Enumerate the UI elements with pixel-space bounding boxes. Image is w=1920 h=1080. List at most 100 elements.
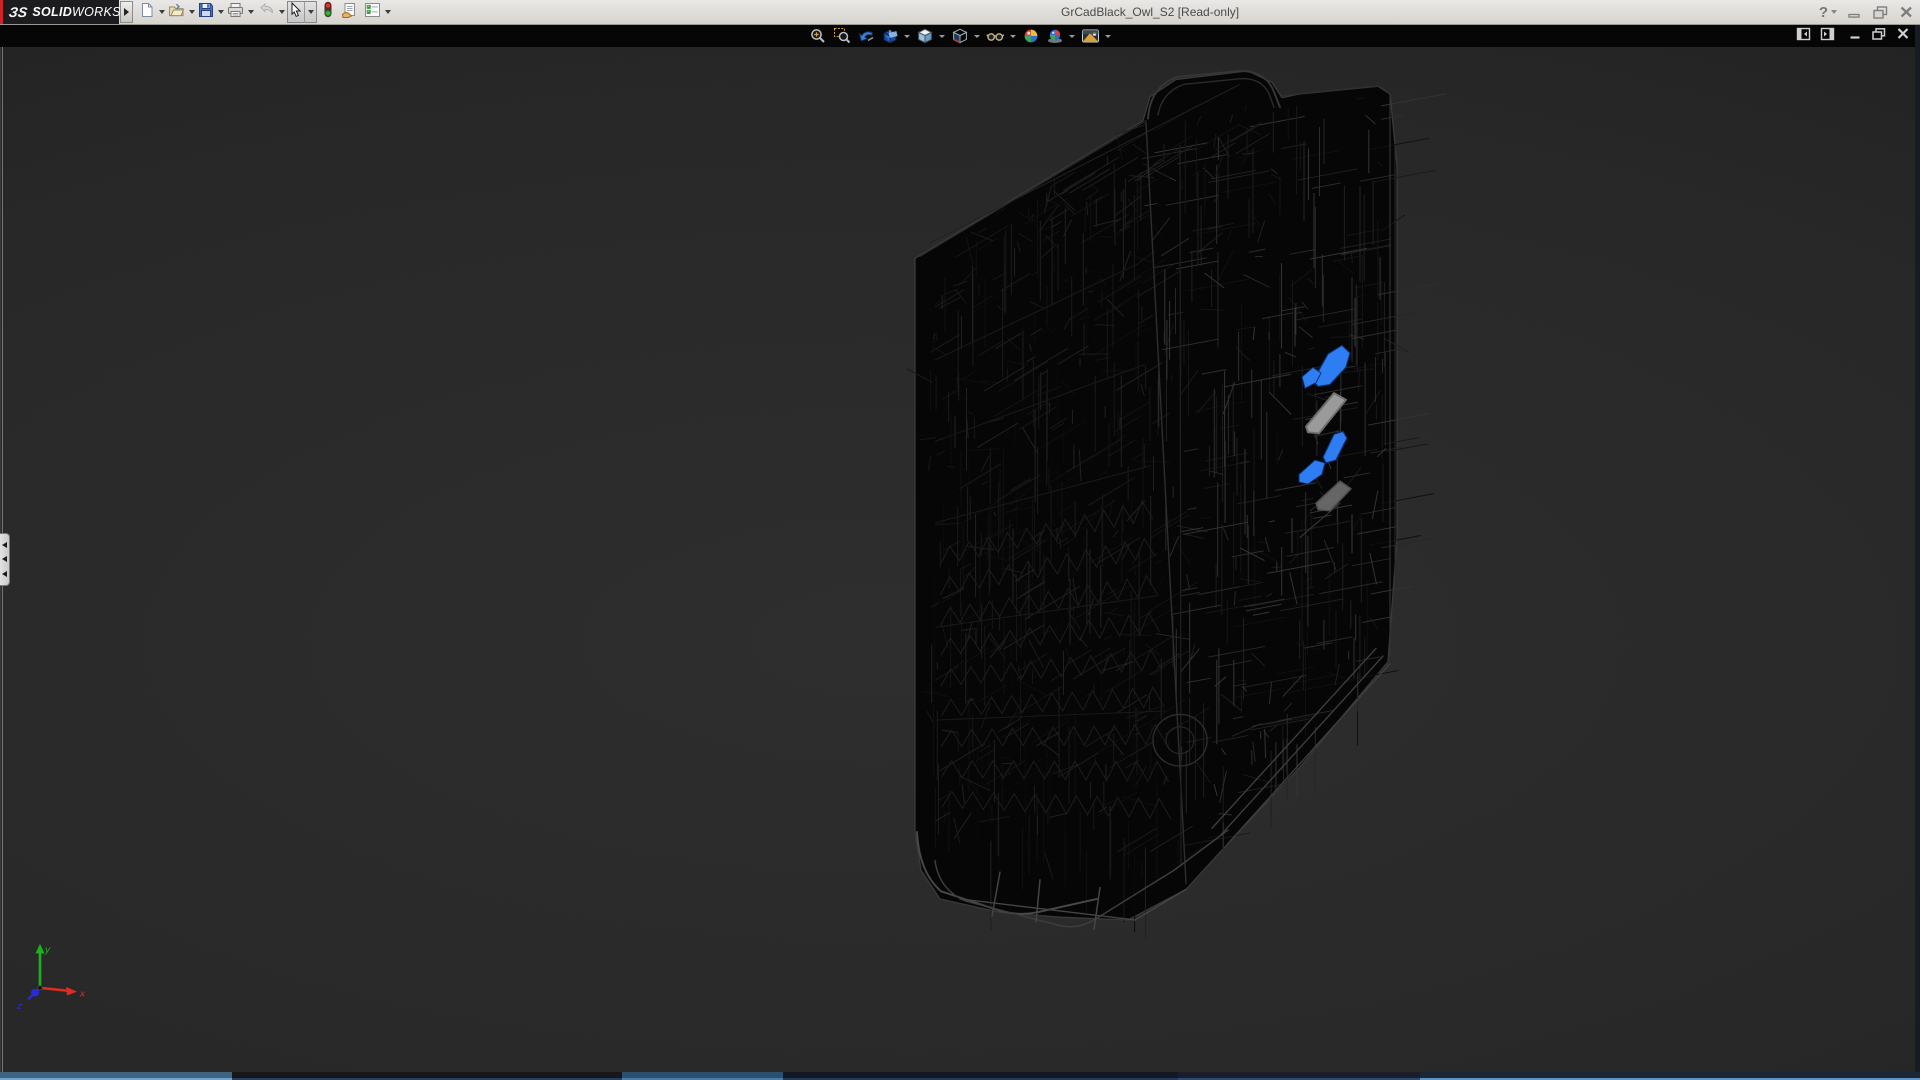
hide-show-items-dropdown[interactable] (1008, 26, 1017, 46)
save-floppy-icon (198, 2, 214, 23)
file-properties-icon (341, 2, 359, 23)
taskbar-segment (1178, 1072, 1420, 1080)
viewport-canvas[interactable]: y x z *Dimetric (0, 47, 1920, 1072)
pane-right-icon (1820, 27, 1835, 41)
hide-show-items-button[interactable] (983, 26, 1008, 46)
windows-taskbar[interactable] (0, 1072, 1920, 1080)
select-tool-group (287, 1, 317, 23)
restore-button[interactable] (1872, 0, 1889, 24)
save-button[interactable] (197, 1, 215, 23)
printer-icon (227, 2, 244, 23)
taskbar-segment (232, 1072, 622, 1080)
window-controls: ? (1819, 0, 1914, 24)
triad-x-label: x (79, 989, 86, 1000)
view-cube-icon (916, 27, 934, 45)
traffic-light-icon (322, 1, 334, 23)
help-icon: ? (1819, 4, 1828, 21)
print-dropdown[interactable] (245, 1, 256, 23)
restore-icon (1871, 27, 1887, 41)
document-title: GrCadBlack_Owl_S2 [Read-only] (1061, 0, 1239, 24)
select-button[interactable] (288, 1, 304, 23)
orientation-triad: y x z (16, 944, 86, 1012)
display-style-icon (951, 27, 969, 45)
zoom-to-area-button[interactable] (830, 26, 854, 46)
file-properties-button[interactable] (340, 1, 360, 23)
open-folder-icon (168, 2, 185, 23)
scene-sphere-icon (1046, 27, 1064, 45)
undo-button[interactable] (256, 1, 276, 23)
section-view-icon (881, 27, 899, 45)
zoom-to-fit-icon (809, 27, 827, 45)
select-dropdown[interactable] (304, 1, 316, 23)
help-button[interactable]: ? (1819, 0, 1837, 24)
undo-arrow-icon (257, 2, 275, 23)
panel-splitter-handle[interactable] (0, 533, 10, 586)
view-settings-dropdown[interactable] (1103, 26, 1112, 46)
close-document-button[interactable] (1896, 27, 1910, 45)
minimize-button[interactable] (1847, 0, 1862, 24)
section-view-dropdown[interactable] (902, 26, 911, 46)
select-cursor-icon (289, 2, 303, 23)
save-dropdown[interactable] (215, 1, 226, 23)
previous-view-icon (857, 27, 875, 45)
close-icon (1899, 5, 1914, 19)
restore-icon (1872, 5, 1889, 20)
collapse-arrow-icon (2, 571, 7, 577)
view-settings-icon (1081, 27, 1100, 45)
toggle-left-pane-button[interactable] (1796, 27, 1811, 46)
view-settings-button[interactable] (1078, 26, 1103, 46)
document-window-controls (1796, 25, 1910, 47)
heads-up-toolbar (806, 25, 1114, 47)
close-icon (1896, 27, 1910, 40)
new-document-icon (139, 2, 155, 23)
solidworks-window: ЗS SOLIDWORKS (0, 0, 1920, 1080)
3ds-logo-icon: ЗS (8, 4, 29, 20)
brand-name: SOLIDWORKS (32, 5, 120, 19)
new-document-button[interactable] (138, 1, 156, 23)
options-button[interactable] (363, 1, 382, 23)
open-document-dropdown[interactable] (186, 1, 197, 23)
taskbar-segment (622, 1072, 783, 1080)
display-style-button[interactable] (948, 26, 972, 46)
appearance-sphere-icon (1022, 27, 1040, 45)
undo-dropdown[interactable] (276, 1, 287, 23)
standard-toolbar (138, 0, 393, 24)
pane-left-icon (1796, 27, 1811, 41)
close-button[interactable] (1899, 0, 1914, 24)
minimize-icon (1847, 5, 1862, 19)
apply-scene-button[interactable] (1043, 26, 1067, 46)
options-checklist-icon (364, 2, 381, 23)
section-view-button[interactable] (878, 26, 902, 46)
print-button[interactable] (226, 1, 245, 23)
view-orientation-dropdown[interactable] (937, 26, 946, 46)
restore-document-button[interactable] (1871, 27, 1887, 46)
options-dropdown[interactable] (382, 1, 393, 23)
solidworks-logo: ЗS SOLIDWORKS (3, 0, 119, 24)
titlebar: ЗS SOLIDWORKS (0, 0, 1920, 25)
minimize-document-button[interactable] (1848, 27, 1862, 45)
open-document-button[interactable] (167, 1, 186, 23)
display-style-dropdown[interactable] (972, 26, 981, 46)
edit-appearance-button[interactable] (1019, 26, 1043, 46)
taskbar-segment (783, 1072, 1178, 1080)
view-orientation-button[interactable] (913, 26, 937, 46)
zoom-to-area-icon (833, 27, 851, 45)
triad-z-label: z (16, 1001, 22, 1012)
right-window-edge (1915, 25, 1920, 1080)
toggle-right-pane-button[interactable] (1820, 27, 1835, 46)
apply-scene-dropdown[interactable] (1067, 26, 1076, 46)
previous-view-button[interactable] (854, 26, 878, 46)
minimize-icon (1848, 27, 1862, 40)
rebuild-button[interactable] (321, 1, 335, 23)
new-document-dropdown[interactable] (156, 1, 167, 23)
heads-up-strip (0, 25, 1920, 47)
menu-flyout-arrow[interactable] (120, 1, 133, 23)
taskbar-segment (0, 1072, 232, 1080)
zoom-to-fit-button[interactable] (806, 26, 830, 46)
taskbar-segment (1420, 1072, 1920, 1080)
collapse-arrow-icon (2, 556, 7, 562)
model-wireframe-tower[interactable] (907, 71, 1446, 940)
triad-y-label: y (44, 945, 51, 956)
eyeglasses-icon (986, 27, 1005, 45)
collapse-arrow-icon (2, 542, 7, 548)
